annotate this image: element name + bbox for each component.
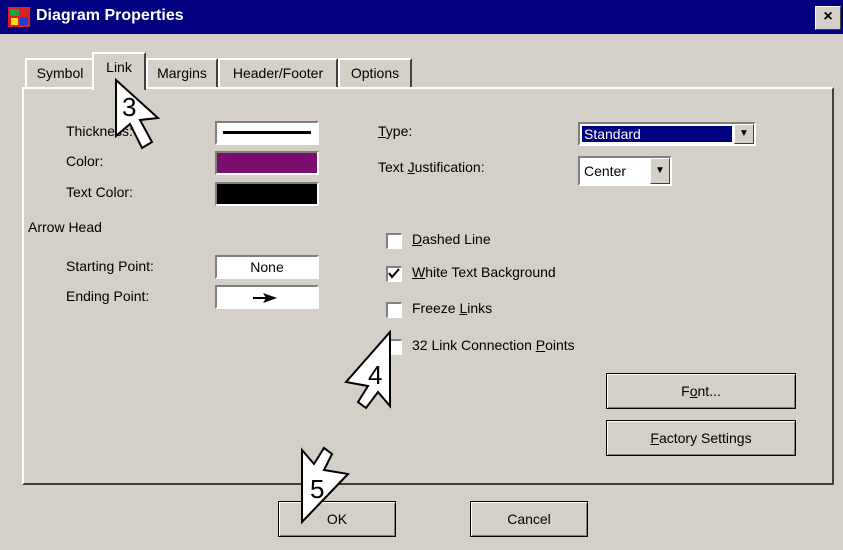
step-3-label: 3 xyxy=(122,92,137,122)
close-icon: × xyxy=(823,8,833,25)
tab-label: Header/Footer xyxy=(232,65,324,81)
step-5-label: 5 xyxy=(310,474,325,504)
text-justification-label: Text Justification: xyxy=(378,159,485,175)
tab-header-footer[interactable]: Header/Footer xyxy=(218,58,338,88)
justification-dropdown-arrow[interactable]: ▼ xyxy=(650,158,670,184)
chevron-down-icon: ▼ xyxy=(655,165,665,176)
dashed-line-label: Dashed Line xyxy=(412,231,491,247)
thickness-selector[interactable] xyxy=(215,121,319,145)
tab-symbol[interactable]: Symbol xyxy=(25,58,95,88)
factory-settings-button[interactable]: Factory Settings xyxy=(606,420,796,456)
freeze-links-checkbox[interactable] xyxy=(386,302,402,318)
cancel-button[interactable]: Cancel xyxy=(470,501,588,537)
ending-point-label: Ending Point: xyxy=(66,288,150,304)
close-button[interactable]: × xyxy=(815,6,841,30)
ending-point-selector[interactable] xyxy=(215,285,319,309)
arrow-head-icon xyxy=(253,293,277,303)
dashed-line-checkbox[interactable] xyxy=(386,233,402,249)
tab-options[interactable]: Options xyxy=(338,58,412,88)
text-color-swatch[interactable] xyxy=(215,182,319,206)
tab-label: Options xyxy=(350,65,400,81)
justification-value: Center xyxy=(584,163,627,179)
link-connection-points-label: 32 Link Connection Points xyxy=(412,337,575,353)
starting-point-selector[interactable]: None xyxy=(215,255,319,279)
cancel-label: Cancel xyxy=(507,511,551,527)
tab-label: Symbol xyxy=(36,65,84,81)
tab-label: Link xyxy=(106,59,132,75)
title-bar: Diagram Properties × xyxy=(0,0,843,34)
starting-point-label: Starting Point: xyxy=(66,258,154,274)
step-4-label: 4 xyxy=(368,360,383,390)
justification-dropdown[interactable]: Center ▼ xyxy=(578,156,672,186)
font-button[interactable]: Font... xyxy=(606,373,796,409)
white-text-background-checkbox[interactable] xyxy=(386,266,402,282)
check-icon xyxy=(388,268,400,279)
app-icon xyxy=(8,7,30,27)
cursor-pointer-icon xyxy=(301,446,351,525)
window-title: Diagram Properties xyxy=(36,7,184,24)
dialog-footer: OK Cancel xyxy=(0,485,843,550)
color-swatch[interactable] xyxy=(215,151,319,175)
starting-point-value: None xyxy=(250,259,284,275)
white-text-background-label: White Text Background xyxy=(412,264,556,280)
type-dropdown-arrow[interactable]: ▼ xyxy=(734,124,754,144)
arrow-head-label: Arrow Head xyxy=(28,219,102,235)
freeze-links-label: Freeze Links xyxy=(412,300,493,316)
type-value: Standard xyxy=(584,126,641,142)
type-dropdown[interactable]: Standard ▼ xyxy=(578,122,756,146)
type-label: Type: xyxy=(378,123,413,139)
text-color-label: Text Color: xyxy=(66,184,133,200)
chevron-down-icon: ▼ xyxy=(739,128,749,139)
color-label: Color: xyxy=(66,153,104,169)
